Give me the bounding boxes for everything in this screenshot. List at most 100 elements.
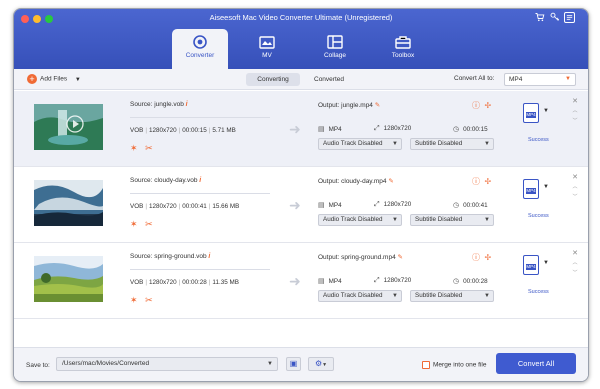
source-size: 11.35 MB bbox=[212, 279, 239, 286]
close-icon[interactable]: ✕ bbox=[572, 98, 578, 105]
chevron-down-icon: ▼ bbox=[267, 361, 273, 367]
chevron-down-icon[interactable]: ﹀ bbox=[572, 194, 577, 200]
compress-icon[interactable]: ✢ bbox=[484, 101, 491, 110]
magic-wand-icon[interactable]: ✶ bbox=[130, 295, 138, 305]
subtitle-select[interactable]: Subtitle Disabled ▼ bbox=[410, 138, 494, 150]
tab-converter-label: Converter bbox=[185, 52, 215, 59]
tab-collage[interactable]: Collage bbox=[307, 29, 363, 69]
tab-converting[interactable]: Converting bbox=[246, 73, 300, 86]
resize-icon: ⤢ bbox=[374, 125, 380, 132]
info-icon[interactable]: i bbox=[186, 101, 188, 108]
pencil-icon[interactable]: ✎ bbox=[375, 102, 380, 109]
subtitle-value: Subtitle Disabled bbox=[415, 140, 463, 147]
film-icon: ▤ bbox=[318, 278, 325, 285]
audio-track-select[interactable]: Audio Track Disabled ▼ bbox=[318, 290, 402, 302]
info-circle-icon[interactable]: ⓘ bbox=[472, 101, 480, 110]
output-filename: Output: spring-ground.mp4 bbox=[318, 254, 396, 261]
magic-wand-icon[interactable]: ✶ bbox=[130, 143, 138, 153]
row-controls: ✕ ︿ ﹀ bbox=[570, 249, 580, 278]
close-icon[interactable]: ✕ bbox=[572, 250, 578, 257]
chat-icon[interactable] bbox=[564, 12, 575, 23]
video-thumbnail[interactable] bbox=[34, 104, 103, 150]
file-row[interactable]: Source: jungle.vob i VOB | 1280x720 | 00:00:… bbox=[14, 91, 588, 167]
info-circle-icon[interactable]: ⓘ bbox=[472, 177, 480, 186]
source-duration: 00:00:41 bbox=[182, 203, 207, 210]
window-title: Aiseesoft Mac Video Converter Ultimate (… bbox=[209, 13, 393, 22]
chevron-down-icon[interactable]: ▼ bbox=[543, 108, 549, 114]
tab-mv-label: MV bbox=[262, 52, 272, 59]
chevron-down-icon: ▼ bbox=[484, 293, 490, 299]
merge-option[interactable]: Merge into one file bbox=[422, 361, 486, 369]
chevron-down-icon[interactable]: ▼ bbox=[75, 77, 81, 83]
close-icon[interactable]: ✕ bbox=[572, 174, 578, 181]
audio-track-select[interactable]: Audio Track Disabled ▼ bbox=[318, 214, 402, 226]
tab-mv[interactable]: MV bbox=[239, 29, 295, 69]
info-icon[interactable]: i bbox=[208, 253, 210, 260]
tab-collage-label: Collage bbox=[323, 52, 347, 59]
scissors-icon[interactable]: ✂ bbox=[145, 143, 153, 153]
output-format-badge[interactable]: MP4 bbox=[523, 255, 539, 275]
source-resolution: 1280x720 bbox=[148, 203, 177, 210]
subtitle-select[interactable]: Subtitle Disabled ▼ bbox=[410, 214, 494, 226]
info-icon[interactable]: i bbox=[199, 177, 201, 184]
toolbox-icon bbox=[395, 36, 411, 49]
row-controls: ✕ ︿ ﹀ bbox=[570, 173, 580, 202]
add-files-button[interactable]: + Add Files ▼ bbox=[27, 74, 81, 84]
save-to-label: Save to: bbox=[26, 362, 50, 369]
pencil-icon[interactable]: ✎ bbox=[388, 178, 393, 185]
status-badge: Success bbox=[528, 213, 549, 219]
video-thumbnail[interactable] bbox=[34, 180, 103, 226]
key-icon[interactable] bbox=[549, 12, 560, 23]
subtitle-select[interactable]: Subtitle Disabled ▼ bbox=[410, 290, 494, 302]
converter-icon bbox=[193, 35, 207, 49]
tab-converted[interactable]: Converted bbox=[306, 73, 352, 86]
cart-icon[interactable] bbox=[534, 12, 545, 23]
chevron-down-icon: ▼ bbox=[484, 141, 490, 147]
arrow-right-icon: ➜ bbox=[289, 273, 301, 289]
pencil-icon[interactable]: ✎ bbox=[398, 254, 403, 261]
merge-checkbox[interactable] bbox=[422, 361, 430, 369]
output-filename: Output: cloudy-day.mp4 bbox=[318, 178, 387, 185]
output-resolution: 1280x720 bbox=[383, 201, 412, 208]
chevron-down-icon[interactable]: ▼ bbox=[543, 260, 549, 266]
open-folder-button[interactable]: ▣ bbox=[286, 357, 301, 371]
compress-icon[interactable]: ✢ bbox=[484, 253, 491, 262]
chevron-down-icon[interactable]: ﹀ bbox=[572, 270, 577, 276]
output-format-badge[interactable]: MP4 bbox=[523, 103, 539, 123]
scissors-icon[interactable]: ✂ bbox=[145, 219, 153, 229]
magic-wand-icon[interactable]: ✶ bbox=[130, 219, 138, 229]
chevron-up-icon[interactable]: ︿ bbox=[572, 108, 577, 114]
chevron-down-icon[interactable]: ﹀ bbox=[572, 118, 577, 124]
source-size: 15.66 MB bbox=[212, 203, 240, 210]
video-thumbnail[interactable] bbox=[34, 256, 103, 302]
audio-track-value: Audio Track Disabled bbox=[323, 140, 383, 147]
save-path-select[interactable]: /Users/mac/Movies/Converted ▼ bbox=[56, 357, 278, 371]
source-resolution: 1280x720 bbox=[148, 127, 177, 134]
convert-all-format-select[interactable]: MP4 ▼ bbox=[504, 73, 576, 86]
convert-all-button[interactable]: Convert All bbox=[496, 353, 576, 374]
output-format-badge[interactable]: MP4 bbox=[523, 179, 539, 199]
source-filename: Source: cloudy-day.vob bbox=[130, 177, 198, 184]
save-path-value: /Users/mac/Movies/Converted bbox=[62, 360, 150, 367]
chevron-up-icon[interactable]: ︿ bbox=[572, 184, 577, 190]
source-filename: Source: spring-ground.vob bbox=[130, 253, 207, 260]
chevron-up-icon[interactable]: ︿ bbox=[572, 260, 577, 266]
divider bbox=[130, 269, 270, 270]
compress-icon[interactable]: ✢ bbox=[484, 177, 491, 186]
resize-icon: ⤢ bbox=[374, 277, 380, 284]
settings-button[interactable]: ⚙▼ bbox=[308, 357, 334, 371]
audio-track-select[interactable]: Audio Track Disabled ▼ bbox=[318, 138, 402, 150]
tab-converter[interactable]: Converter bbox=[172, 29, 228, 69]
film-icon: ▤ bbox=[318, 126, 325, 133]
file-row[interactable]: Source: cloudy-day.vob i VOB | 1280x720 | 00… bbox=[14, 167, 588, 243]
info-circle-icon[interactable]: ⓘ bbox=[472, 253, 480, 262]
chevron-down-icon[interactable]: ▼ bbox=[543, 184, 549, 190]
tab-toolbox[interactable]: Toolbox bbox=[375, 29, 431, 69]
convert-all-to-label: Convert All to: bbox=[454, 75, 495, 82]
subtitle-value: Subtitle Disabled bbox=[415, 292, 463, 299]
chevron-down-icon: ▼ bbox=[484, 217, 490, 223]
tab-toolbox-label: Toolbox bbox=[391, 52, 415, 59]
scissors-icon[interactable]: ✂ bbox=[145, 295, 153, 305]
file-row[interactable]: Source: spring-ground.vob i VOB | 1280x720… bbox=[14, 243, 588, 319]
divider bbox=[130, 117, 270, 118]
